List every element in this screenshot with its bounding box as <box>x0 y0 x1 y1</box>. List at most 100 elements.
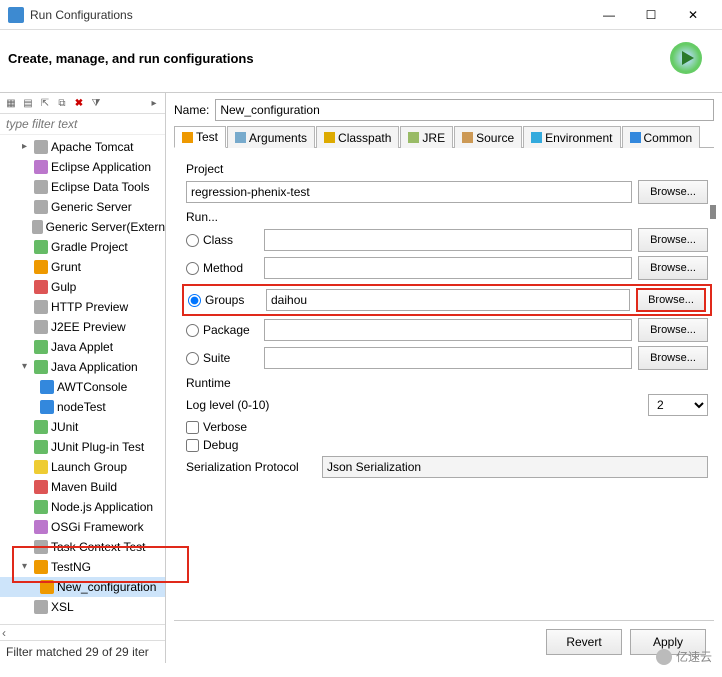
details-pane: Name: Test Arguments Classpath JRE Sourc… <box>166 93 722 663</box>
tree-item-icon <box>34 260 48 274</box>
window-title: Run Configurations <box>30 8 588 22</box>
tree-item-apache-tomcat[interactable]: ▸Apache Tomcat <box>0 137 165 157</box>
tree-item-xsl[interactable]: XSL <box>0 597 165 617</box>
run-class-option[interactable]: Class <box>186 233 258 247</box>
tree-item-label: AWTConsole <box>57 378 127 396</box>
run-groups-browse-button[interactable]: Browse... <box>636 288 706 312</box>
run-package-radio[interactable] <box>186 324 199 337</box>
expand-arrow-icon[interactable]: ▸ <box>22 138 34 156</box>
tree-item-new-configuration[interactable]: New_configuration <box>0 577 165 597</box>
log-level-select[interactable]: 2 <box>648 394 708 416</box>
debug-checkbox[interactable] <box>186 439 199 452</box>
tree-hscroll[interactable]: ‹ <box>0 624 165 640</box>
tree-item-icon <box>34 460 48 474</box>
run-method-option[interactable]: Method <box>186 261 258 275</box>
collapse-icon[interactable]: ▸ <box>147 96 161 110</box>
serialization-protocol-select[interactable] <box>322 456 708 478</box>
run-class-browse-button[interactable]: Browse... <box>638 228 708 252</box>
tree-item-eclipse-data-tools[interactable]: Eclipse Data Tools <box>0 177 165 197</box>
export-icon[interactable]: ⇱ <box>38 96 52 110</box>
new-proto-icon[interactable]: ▤ <box>21 96 35 110</box>
revert-button[interactable]: Revert <box>546 629 622 655</box>
tree-item-j2ee-preview[interactable]: J2EE Preview <box>0 317 165 337</box>
duplicate-icon[interactable]: ⧉ <box>55 96 69 110</box>
tree-item-generic-server[interactable]: Generic Server <box>0 197 165 217</box>
tab-classpath[interactable]: Classpath <box>316 126 399 148</box>
tree-item-java-applet[interactable]: Java Applet <box>0 337 165 357</box>
run-package-input[interactable] <box>264 319 632 341</box>
run-method-radio[interactable] <box>186 262 199 275</box>
delete-icon[interactable]: ✖ <box>72 96 86 110</box>
tree-item-maven-build[interactable]: Maven Build <box>0 477 165 497</box>
tree-item-junit-plug-in-test[interactable]: JUnit Plug-in Test <box>0 437 165 457</box>
tree-item-grunt[interactable]: Grunt <box>0 257 165 277</box>
config-tree[interactable]: ▸Apache TomcatEclipse ApplicationEclipse… <box>0 135 165 624</box>
tree-item-label: JUnit Plug-in Test <box>51 438 144 456</box>
verbose-checkbox[interactable] <box>186 421 199 434</box>
run-groups-option[interactable]: Groups <box>188 293 260 307</box>
filter-input[interactable] <box>0 114 165 135</box>
minimize-button[interactable]: — <box>588 1 630 29</box>
tab-jre[interactable]: JRE <box>400 126 453 148</box>
run-suite-input[interactable] <box>264 347 632 369</box>
tree-item-osgi-framework[interactable]: OSGi Framework <box>0 517 165 537</box>
run-groups-radio[interactable] <box>188 294 201 307</box>
project-input[interactable] <box>186 181 632 203</box>
tree-item-awtconsole[interactable]: AWTConsole <box>0 377 165 397</box>
header: Create, manage, and run configurations <box>0 30 722 93</box>
tree-item-gradle-project[interactable]: Gradle Project <box>0 237 165 257</box>
tree-item-label: Gulp <box>51 278 76 296</box>
tree-item-icon <box>34 500 48 514</box>
environment-icon <box>531 132 542 143</box>
tab-environment[interactable]: Environment <box>523 126 620 148</box>
tree-item-label: Java Application <box>51 358 138 376</box>
filter-icon[interactable]: ⧩ <box>89 96 103 110</box>
tree-item-label: TestNG <box>51 558 91 576</box>
common-icon <box>630 132 641 143</box>
classpath-icon <box>324 132 335 143</box>
details-footer: Revert Apply <box>174 620 714 663</box>
run-label: Run... <box>186 210 708 224</box>
project-browse-button[interactable]: Browse... <box>638 180 708 204</box>
run-package-option[interactable]: Package <box>186 323 258 337</box>
tree-item-icon <box>34 440 48 454</box>
expand-arrow-icon[interactable]: ▾ <box>22 558 34 576</box>
run-package-browse-button[interactable]: Browse... <box>638 318 708 342</box>
tree-item-icon <box>34 520 48 534</box>
tree-item-task-context-test[interactable]: Task Context Test <box>0 537 165 557</box>
tree-item-java-application[interactable]: ▾ Java Application <box>0 357 165 377</box>
tree-item-http-preview[interactable]: HTTP Preview <box>0 297 165 317</box>
name-input[interactable] <box>215 99 714 121</box>
tab-common[interactable]: Common <box>622 126 701 148</box>
maximize-button[interactable]: ☐ <box>630 1 672 29</box>
tab-test[interactable]: Test <box>174 126 226 148</box>
tree-item-junit[interactable]: JUnit <box>0 417 165 437</box>
tree-item-icon <box>34 340 48 354</box>
tab-arguments[interactable]: Arguments <box>227 126 315 148</box>
run-method-browse-button[interactable]: Browse... <box>638 256 708 280</box>
tree-item-label: Grunt <box>51 258 81 276</box>
run-class-input[interactable] <box>264 229 632 251</box>
tree-item-icon <box>34 600 48 614</box>
tree-item-label: Generic Server(Extern <box>46 218 165 236</box>
tree-item-eclipse-application[interactable]: Eclipse Application <box>0 157 165 177</box>
run-class-radio[interactable] <box>186 234 199 247</box>
tree-item-gulp[interactable]: Gulp <box>0 277 165 297</box>
tree-item-icon <box>34 200 48 214</box>
run-groups-input[interactable] <box>266 289 630 311</box>
close-button[interactable]: ✕ <box>672 1 714 29</box>
tree-item-launch-group[interactable]: Launch Group <box>0 457 165 477</box>
run-suite-radio[interactable] <box>186 352 199 365</box>
tree-item-nodetest[interactable]: nodeTest <box>0 397 165 417</box>
run-suite-browse-button[interactable]: Browse... <box>638 346 708 370</box>
expand-arrow-icon[interactable]: ▾ <box>22 358 34 376</box>
header-heading: Create, manage, and run configurations <box>8 51 670 66</box>
new-config-icon[interactable]: ▦ <box>4 96 18 110</box>
tree-item-generic-server-extern[interactable]: Generic Server(Extern <box>0 217 165 237</box>
tab-source[interactable]: Source <box>454 126 522 148</box>
tree-item-testng[interactable]: ▾ TestNG <box>0 557 165 577</box>
tree-item-node-js-application[interactable]: Node.js Application <box>0 497 165 517</box>
run-suite-option[interactable]: Suite <box>186 351 258 365</box>
project-label: Project <box>186 162 708 176</box>
run-method-input[interactable] <box>264 257 632 279</box>
